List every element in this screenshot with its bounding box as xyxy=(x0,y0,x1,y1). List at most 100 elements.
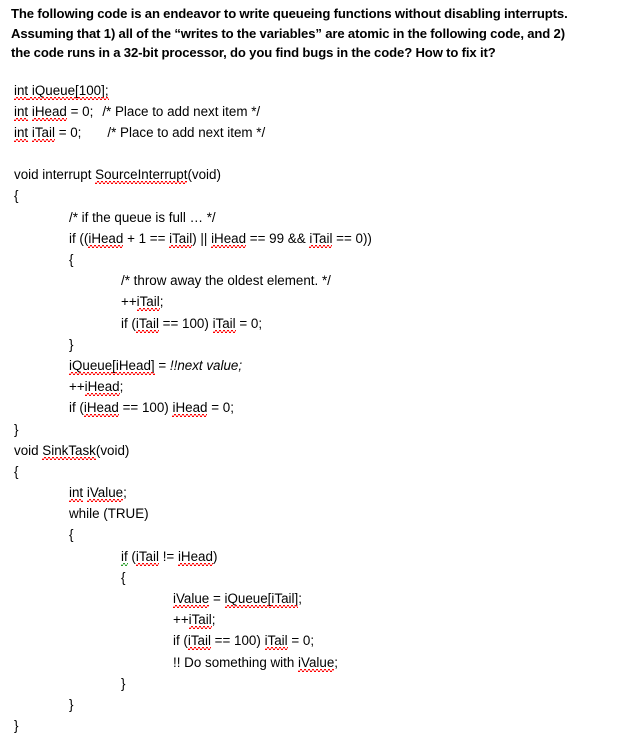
code-line-ihead-decl: int iHead = 0; /* Place to add next item … xyxy=(11,101,633,122)
code-line-wrap-itail: if (iTail == 100) iTail = 0; xyxy=(11,313,633,334)
semicolon: ; xyxy=(123,485,127,500)
assignment-zero: = 0; xyxy=(236,316,262,331)
assignment-zero: = 0; xyxy=(288,633,314,648)
op-assign: = xyxy=(155,358,170,373)
code-blank-line xyxy=(11,143,633,164)
semicolon: ; xyxy=(298,591,302,606)
identifier-itail: iTail xyxy=(136,549,159,564)
code-line-open-brace: { xyxy=(11,185,633,206)
code-line-sourceinterrupt-signature: void interrupt SourceInterrupt(void) xyxy=(11,164,633,185)
code-line-ivalue-decl: int iValue; xyxy=(11,482,633,503)
identifier-ihead: iHead xyxy=(88,231,123,246)
code-line-close-brace: } xyxy=(11,419,633,440)
code-line-queue-decl: int iQueue[100]; xyxy=(11,80,633,101)
expression-iqueue-ihead: iQueue[iHead] xyxy=(69,358,155,373)
signature-suffix: (void) xyxy=(187,167,220,182)
op-not-equal: != xyxy=(159,549,178,564)
keyword-int: int xyxy=(69,485,83,500)
identifier-ihead: iHead xyxy=(32,104,67,119)
code-line-open-brace: { xyxy=(11,461,633,482)
op-plus-one-eq: + 1 == xyxy=(123,231,169,246)
identifier-itail: iTail xyxy=(169,231,192,246)
identifier-iqueue: iQueue[100]; xyxy=(28,83,108,98)
signature-prefix: void interrupt xyxy=(14,167,95,182)
op-eq-zero-close: == 0)) xyxy=(332,231,371,246)
pseudocode-next-value: !!next value; xyxy=(170,358,242,373)
code-line-increment-itail: ++iTail; xyxy=(11,609,633,630)
question-prompt: The following code is an endeavor to wri… xyxy=(11,4,633,63)
code-line-inner-close-brace: } xyxy=(11,334,633,355)
identifier-itail: iTail xyxy=(189,612,212,627)
paren-open: ( xyxy=(128,549,136,564)
code-line-comment-throw-away: /* throw away the oldest element. */ xyxy=(11,270,633,291)
identifier-itail: iTail xyxy=(136,316,159,331)
identifier-ivalue: iValue xyxy=(173,591,209,606)
identifier-ihead: iHead xyxy=(84,400,119,415)
identifier-itail: iTail xyxy=(188,633,211,648)
assignment-zero: = 0; xyxy=(207,400,233,415)
code-line-sinktask-signature: void SinkTask(void) xyxy=(11,440,633,461)
semicolon: ; xyxy=(212,612,216,627)
code-line-read-from-queue: iValue = iQueue[iTail]; xyxy=(11,588,633,609)
semicolon: ; xyxy=(120,379,124,394)
op-assign: = xyxy=(209,591,224,606)
identifier-ihead: iHead xyxy=(178,549,213,564)
semicolon: ; xyxy=(160,294,164,309)
prompt-line-3: the code runs in a 32-bit processor, do … xyxy=(11,43,633,63)
identifier-itail: iTail xyxy=(309,231,332,246)
pseudocode-do-something: !! Do something with xyxy=(173,655,298,670)
op-eq-100: == 100) xyxy=(119,400,173,415)
identifier-ivalue: iValue xyxy=(298,655,334,670)
code-line-while-close-brace: } xyxy=(11,694,633,715)
keyword-int: int xyxy=(14,104,28,119)
paren-close: ) xyxy=(213,549,217,564)
identifier-ivalue: iValue xyxy=(87,485,123,500)
expression-iqueue-itail: iQueue[iTail] xyxy=(225,591,299,606)
keyword-int: int xyxy=(14,83,28,98)
code-line-while-open-brace: { xyxy=(11,524,633,545)
code-line-wrap-itail: if (iTail == 100) iTail = 0; xyxy=(11,630,633,651)
code-line-close-brace: } xyxy=(11,715,633,736)
op-eq-100: == 100) xyxy=(159,316,213,331)
code-line-wrap-ihead: if (iHead == 100) iHead = 0; xyxy=(11,397,633,418)
op-eq-99-and: == 99 && xyxy=(246,231,309,246)
code-line-if-not-empty: if (iTail != iHead) xyxy=(11,546,633,567)
document-page: The following code is an endeavor to wri… xyxy=(0,0,643,698)
op-increment: ++ xyxy=(121,294,137,309)
function-name-sourceinterrupt: SourceInterrupt xyxy=(95,167,187,182)
assignment-zero: = 0; xyxy=(55,125,81,140)
if-open: if (( xyxy=(69,231,88,246)
comment-place-to-add-next-item: /* Place to add next item */ xyxy=(107,125,265,140)
code-line-while-true: while (TRUE) xyxy=(11,503,633,524)
code-line-if-open-brace: { xyxy=(11,567,633,588)
code-line-comment-queue-full: /* if the queue is full … */ xyxy=(11,207,633,228)
identifier-itail: iTail xyxy=(213,316,236,331)
if-open: if ( xyxy=(173,633,188,648)
keyword-if: if xyxy=(121,549,128,564)
identifier-ihead: iHead xyxy=(211,231,246,246)
code-line-if-close-brace: } xyxy=(11,673,633,694)
if-open: if ( xyxy=(121,316,136,331)
function-name-sinktask: SinkTask xyxy=(42,443,96,458)
identifier-itail: iTail xyxy=(265,633,288,648)
signature-suffix: (void) xyxy=(96,443,129,458)
keyword-int: int xyxy=(14,125,28,140)
assignment-zero: = 0; xyxy=(67,104,93,119)
code-line-if-queue-full: if ((iHead + 1 == iTail) || iHead == 99 … xyxy=(11,228,633,249)
identifier-ihead: iHead xyxy=(172,400,207,415)
op-increment: ++ xyxy=(173,612,189,627)
prompt-line-2: Assuming that 1) all of the “writes to t… xyxy=(11,24,633,44)
comment-place-to-add-next-item: /* Place to add next item */ xyxy=(102,104,260,119)
identifier-itail: iTail xyxy=(137,294,160,309)
code-line-store-into-queue: iQueue[iHead] = !!next value; xyxy=(11,355,633,376)
prompt-line-1: The following code is an endeavor to wri… xyxy=(11,4,633,24)
identifier-ihead: iHead xyxy=(85,379,120,394)
identifier-itail: iTail xyxy=(32,125,55,140)
code-line-increment-itail: ++iTail; xyxy=(11,291,633,312)
op-eq-100: == 100) xyxy=(211,633,265,648)
op-or: ) || xyxy=(192,231,211,246)
code-line-increment-ihead: ++iHead; xyxy=(11,376,633,397)
op-increment: ++ xyxy=(69,379,85,394)
code-line-do-something: !! Do something with iValue; xyxy=(11,652,633,673)
signature-prefix: void xyxy=(14,443,42,458)
